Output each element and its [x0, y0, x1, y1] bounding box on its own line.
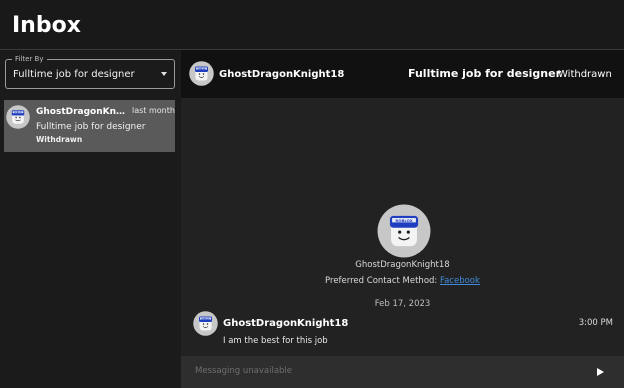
profile-name: GhostDragonKnight18	[355, 260, 450, 270]
preferred-contact-label: Preferred Contact Method:	[325, 276, 438, 286]
svg-text:ROBLOX: ROBLOX	[14, 112, 22, 114]
chat-header-name[interactable]: GhostDragonKnight18	[219, 68, 344, 81]
chat-header-status: Withdrawn	[558, 69, 612, 80]
svg-text:ROBLOX: ROBLOX	[198, 68, 207, 70]
avatar: ROBLOX	[193, 311, 218, 336]
chat-header: ROBLOX GhostDragonKnight18 Fulltime job …	[181, 50, 624, 98]
chat-body: ROBLOX GhostDragonKnight18 Preferred Con…	[181, 98, 624, 356]
conversation-name: GhostDragonKnight18	[36, 107, 128, 117]
chevron-down-icon	[161, 72, 167, 76]
message-input[interactable]	[195, 366, 575, 377]
filter-value: Fulltime job for designer	[13, 69, 135, 80]
svg-text:ROBLOX: ROBLOX	[202, 318, 211, 320]
filter-select[interactable]: Filter By Fulltime job for designer	[5, 54, 175, 89]
filter-label: Filter By	[12, 54, 47, 64]
svg-text:ROBLOX: ROBLOX	[395, 218, 412, 223]
page-title: Inbox	[12, 13, 81, 38]
preferred-contact: Preferred Contact Method: Facebook	[181, 276, 624, 287]
avatar[interactable]: ROBLOX	[189, 61, 214, 86]
sidebar: Filter By Fulltime job for designer ROBL…	[0, 50, 181, 388]
message-composer	[181, 356, 624, 388]
conversation-time: last month	[132, 106, 175, 115]
conversation-item[interactable]: ROBLOX GhostDragonKnight18 last month Fu…	[4, 100, 175, 152]
avatar: ROBLOX	[6, 105, 30, 129]
chat-header-subject: Fulltime job for designer	[408, 67, 561, 80]
facebook-link[interactable]: Facebook	[440, 276, 480, 286]
send-icon	[597, 368, 604, 376]
conversation-status: Withdrawn	[36, 135, 83, 144]
profile-avatar: ROBLOX	[377, 204, 431, 258]
conversation-subject: Fulltime job for designer	[36, 122, 146, 132]
send-button[interactable]	[595, 367, 605, 377]
message-text: I am the best for this job	[223, 336, 328, 346]
page-header: Inbox	[0, 0, 624, 50]
message-time: 3:00 PM	[578, 318, 613, 328]
message-author: GhostDragonKnight18	[223, 318, 349, 329]
date-divider: Feb 17, 2023	[374, 299, 431, 309]
